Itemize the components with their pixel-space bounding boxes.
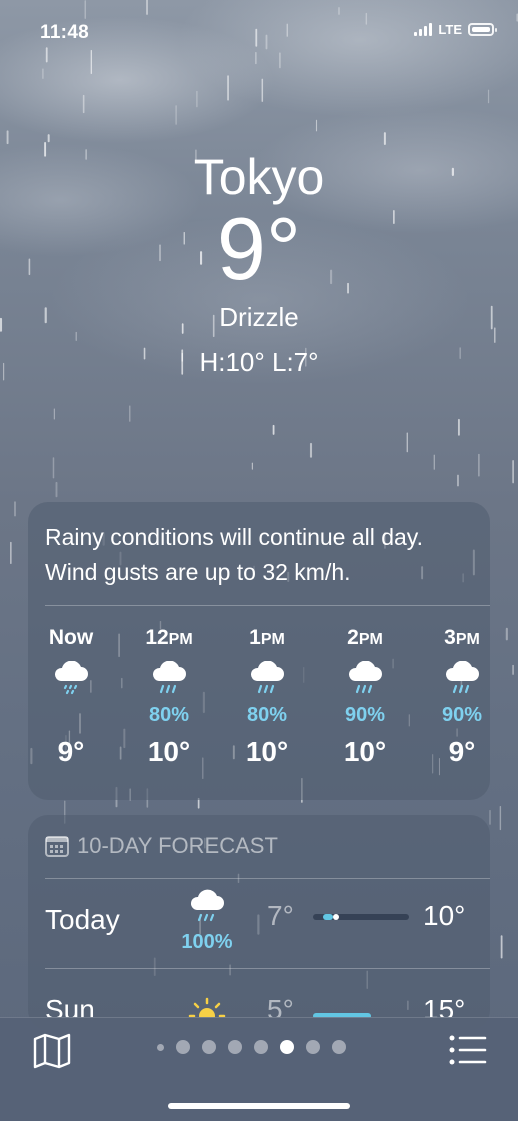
calendar-icon (45, 836, 69, 857)
hour-label: 3PM (422, 626, 502, 656)
page-dot[interactable] (254, 1040, 268, 1054)
hour-precip (31, 704, 111, 728)
hour-precip: 90% (441, 704, 483, 726)
current-temperature: 9° (216, 199, 302, 298)
cloud-rain-icon (349, 661, 382, 694)
page-dot[interactable] (228, 1040, 242, 1054)
location-page-dot[interactable] (157, 1043, 164, 1051)
hour-temp: 9° (448, 736, 476, 767)
hour-precip: 80% (148, 704, 190, 726)
weather-condition: Drizzle (219, 302, 299, 332)
list-icon[interactable] (448, 1033, 488, 1067)
hour-label: 12PM (129, 626, 209, 656)
hour-time-suffix: PM (168, 631, 193, 648)
forecast-day: Sun (45, 994, 95, 1018)
sun-icon (188, 997, 226, 1018)
hourly-forecast-card[interactable]: Rainy conditions will continue all day. … (28, 502, 490, 800)
hour-label: 1PM (227, 626, 307, 656)
temperature-range-bar (313, 914, 409, 920)
signal-icon (414, 23, 433, 36)
hour-temp: 9° (57, 736, 85, 767)
hour-time: 12 (145, 626, 169, 649)
page-dot[interactable] (280, 1040, 294, 1054)
page-dot[interactable] (176, 1040, 190, 1054)
page-dot[interactable] (202, 1040, 216, 1054)
hour-item: 1PM 80% 10° (227, 626, 307, 768)
hour-time-suffix: PM (358, 631, 383, 648)
forecast-high: 15° (423, 994, 466, 1018)
hour-item: 3PM 90% 9° (422, 626, 502, 768)
forecast-icon-wrap (167, 996, 247, 1018)
page-dot[interactable] (332, 1040, 346, 1054)
hour-temp: 10° (343, 736, 387, 767)
forecast-title: 10-DAY FORECAST (77, 833, 278, 858)
page-dot[interactable] (306, 1040, 320, 1054)
cloud-drizzle-icon (55, 661, 88, 695)
cloud-rain-icon (153, 661, 186, 694)
hour-temp: 10° (147, 736, 191, 767)
hourly-summary: Rainy conditions will continue all day. … (45, 524, 423, 585)
hour-time: 1 (249, 626, 261, 649)
hour-label: Now (31, 626, 111, 656)
divider (45, 605, 490, 606)
hour-icon-wrap (129, 656, 209, 704)
city-name: Tokyo (193, 149, 325, 205)
hour-time-suffix: PM (455, 631, 480, 648)
cloud-rain-icon (190, 889, 224, 922)
ten-day-forecast-card[interactable]: 10-DAY FORECAST Today 100% 7° 10° Sun 5°… (28, 815, 490, 1030)
hour-item: 2PM 90% 10° (325, 626, 405, 768)
status-indicators: LTE (414, 22, 497, 37)
high-low-temperature: H:10° L:7° (199, 347, 319, 377)
forecast-high: 10° (423, 900, 466, 931)
map-icon[interactable] (32, 1033, 72, 1069)
hourly-list[interactable]: Now 9° 12PM 80% 10° 1PM 80% 10° 2PM 90% 10° 3PM 90% 9… (28, 626, 490, 786)
forecast-header: 10-DAY FORECAST (45, 833, 278, 859)
hour-time: 2 (347, 626, 359, 649)
home-indicator (168, 1103, 350, 1109)
forecast-day: Today (45, 904, 120, 935)
hour-icon-wrap (227, 656, 307, 704)
status-time: 11:48 (40, 22, 90, 43)
hour-time-suffix: PM (260, 631, 285, 648)
forecast-low: 5° (267, 994, 294, 1018)
hour-icon-wrap (422, 656, 502, 704)
cloud-rain-icon (251, 661, 284, 694)
current-temp-marker (333, 914, 339, 920)
forecast-low: 7° (267, 900, 294, 931)
temperature-range-fill (323, 914, 333, 920)
page-indicator[interactable] (157, 1040, 346, 1054)
forecast-precip: 100% (181, 931, 233, 953)
forecast-icon-wrap: 100% (167, 888, 247, 954)
hour-item: Now 9° (31, 626, 111, 768)
bottom-toolbar (0, 1017, 518, 1121)
cloud-rain-icon (446, 661, 479, 694)
hour-icon-wrap (325, 656, 405, 704)
hour-temp: 10° (245, 736, 289, 767)
forecast-row-sun[interactable]: Sun 5° 15° (45, 968, 490, 1018)
hour-precip: 80% (246, 704, 288, 726)
current-weather: Tokyo 9° Drizzle H:10° L:7° (0, 148, 518, 378)
hour-item: 12PM 80% 10° (129, 626, 209, 768)
hour-label: 2PM (325, 626, 405, 656)
hour-time: 3 (444, 626, 456, 649)
battery-icon (468, 23, 497, 36)
hour-time: Now (48, 626, 94, 649)
forecast-row-today[interactable]: Today 100% 7° 10° (45, 878, 490, 968)
network-type: LTE (438, 22, 462, 37)
hour-precip: 90% (344, 704, 386, 726)
status-bar: 11:48 LTE (0, 0, 518, 60)
hour-icon-wrap (31, 656, 111, 704)
